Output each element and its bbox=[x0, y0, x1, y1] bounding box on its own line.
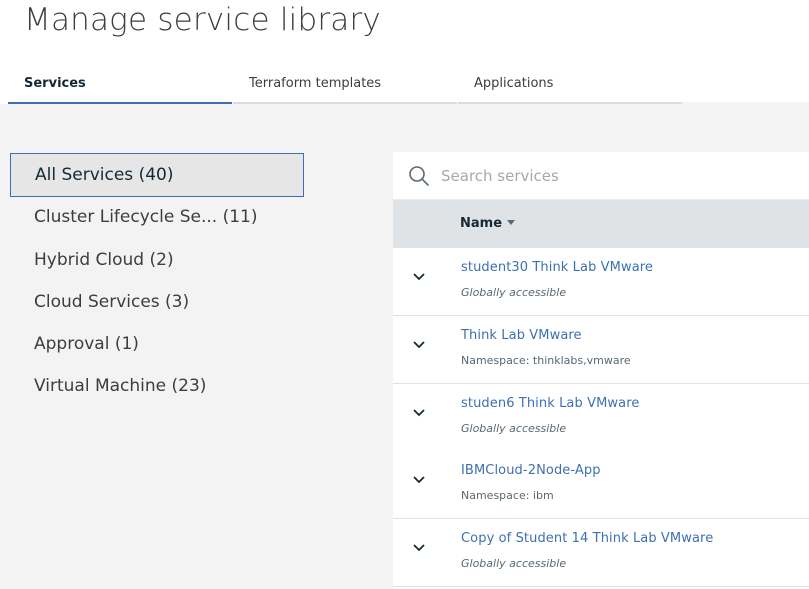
chevron-down-icon[interactable] bbox=[411, 268, 427, 284]
search-input[interactable] bbox=[441, 160, 801, 192]
table-row: Copy of Student 14 Think Lab VMware Glob… bbox=[393, 519, 809, 587]
table-header: Name bbox=[393, 200, 809, 248]
category-sidebar: All Services (40) Cluster Lifecycle Se..… bbox=[0, 104, 392, 589]
service-name-link[interactable]: Copy of Student 14 Think Lab VMware bbox=[461, 531, 713, 546]
sidebar-item-hybrid-cloud[interactable]: Hybrid Cloud (2) bbox=[10, 238, 304, 282]
chevron-down-icon[interactable] bbox=[411, 539, 427, 555]
name-column-header[interactable]: Name bbox=[460, 216, 516, 231]
page-header: Manage service library Services Terrafor… bbox=[0, 0, 809, 104]
service-scope: Globally accessible bbox=[461, 286, 567, 299]
service-name-link[interactable]: student30 Think Lab VMware bbox=[461, 260, 653, 275]
name-column-label: Name bbox=[460, 216, 503, 231]
service-scope: Namespace: ibm bbox=[461, 489, 554, 502]
services-table-panel: Name student30 Think Lab VMware Globally… bbox=[393, 152, 809, 589]
sidebar-item-cluster-lifecycle[interactable]: Cluster Lifecycle Se... (11) bbox=[10, 195, 304, 239]
sidebar-item-cloud-services[interactable]: Cloud Services (3) bbox=[10, 280, 304, 324]
table-row: Think Lab VMware Namespace: thinklabs,vm… bbox=[393, 316, 809, 384]
sidebar-item-approval[interactable]: Approval (1) bbox=[10, 322, 304, 366]
tab-services[interactable]: Services bbox=[8, 60, 232, 104]
service-name-link[interactable]: studen6 Think Lab VMware bbox=[461, 396, 639, 411]
tab-terraform-templates[interactable]: Terraform templates bbox=[233, 60, 457, 104]
chevron-down-icon[interactable] bbox=[411, 404, 427, 420]
table-row: studen6 Think Lab VMware Globally access… bbox=[393, 384, 809, 452]
page-title: Manage service library bbox=[24, 2, 381, 38]
service-scope: Globally accessible bbox=[461, 422, 567, 435]
service-scope: Globally accessible bbox=[461, 557, 567, 570]
table-row: IBMCloud-2Node-App Namespace: ibm bbox=[393, 451, 809, 519]
service-name-link[interactable]: IBMCloud-2Node-App bbox=[461, 463, 601, 478]
search-icon[interactable] bbox=[407, 164, 431, 188]
service-name-link[interactable]: Think Lab VMware bbox=[461, 328, 582, 343]
tab-bar-divider bbox=[682, 102, 809, 104]
caret-down-icon bbox=[507, 220, 516, 225]
sidebar-item-all-services[interactable]: All Services (40) bbox=[10, 153, 304, 197]
service-scope: Namespace: thinklabs,vmware bbox=[461, 354, 631, 367]
tab-applications[interactable]: Applications bbox=[458, 60, 682, 104]
chevron-down-icon[interactable] bbox=[411, 336, 427, 352]
chevron-down-icon[interactable] bbox=[411, 471, 427, 487]
sidebar-item-virtual-machine[interactable]: Virtual Machine (23) bbox=[10, 364, 304, 408]
search-bar bbox=[393, 152, 809, 200]
table-row: student30 Think Lab VMware Globally acce… bbox=[393, 248, 809, 316]
